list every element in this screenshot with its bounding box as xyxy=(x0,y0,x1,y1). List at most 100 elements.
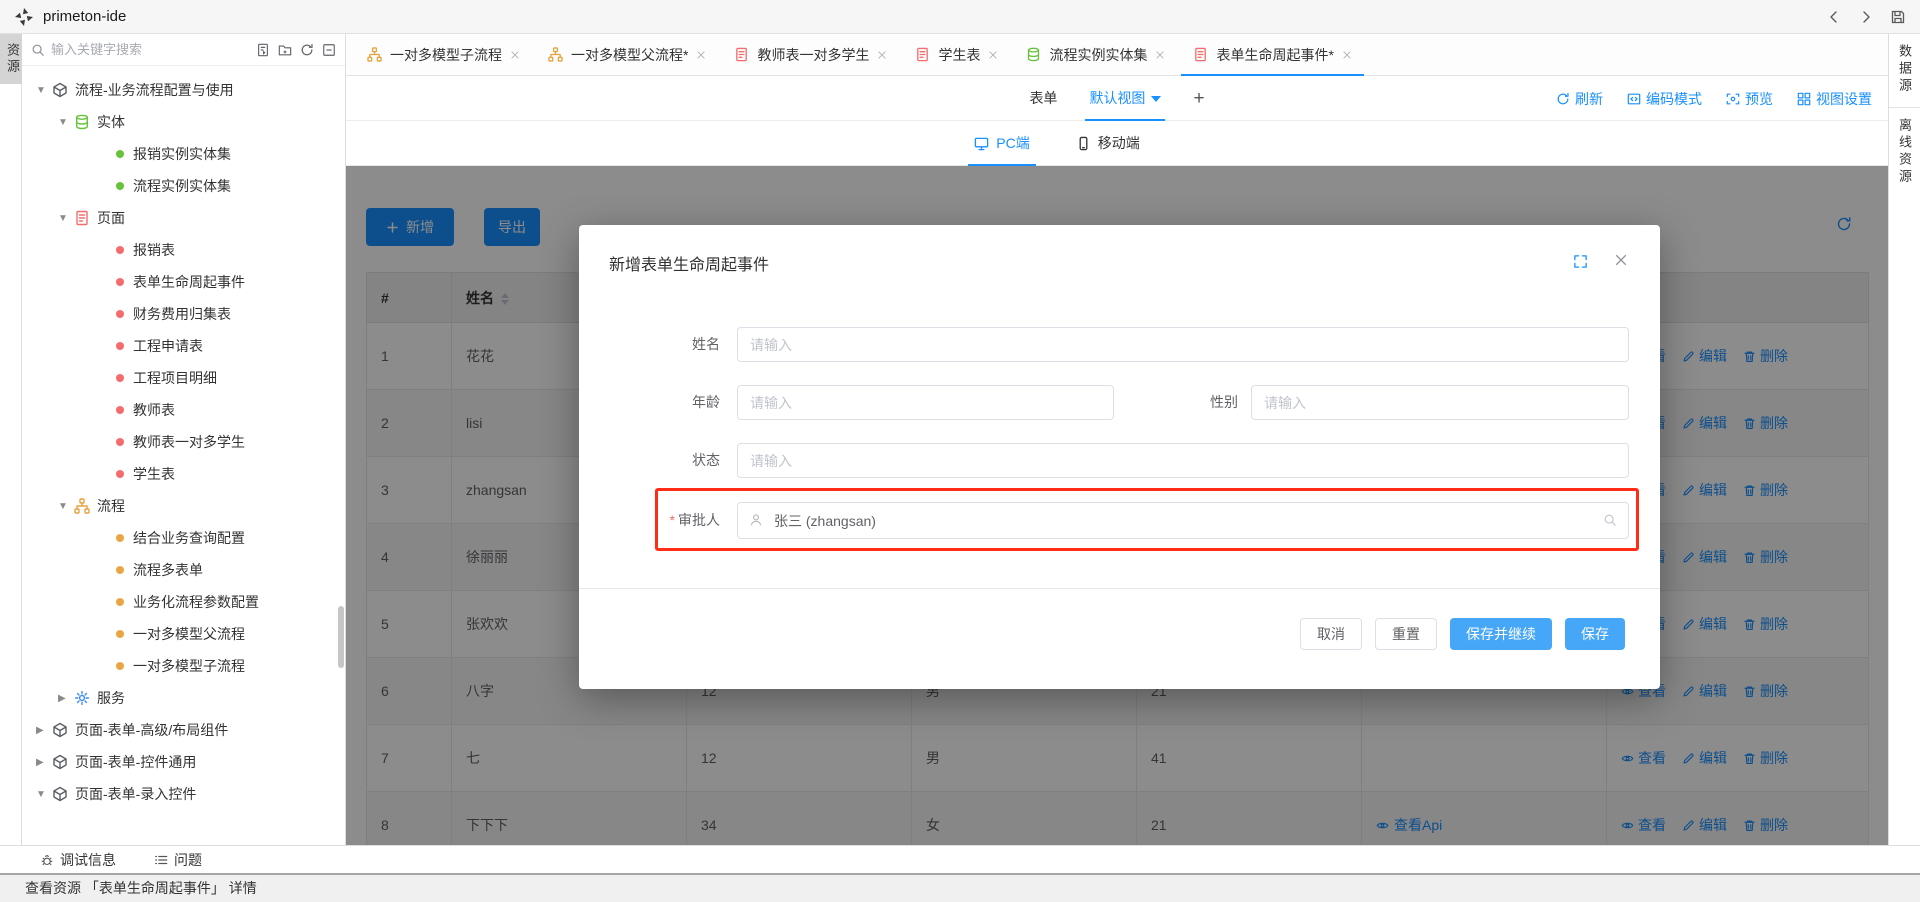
tree-item-label: 报销实例实体集 xyxy=(133,144,231,164)
tree-item[interactable]: ▼页面-表单-录入控件 xyxy=(22,778,345,810)
fullscreen-icon[interactable] xyxy=(1573,254,1588,269)
tree-item[interactable]: 教师表一对多学生 xyxy=(22,426,345,458)
tree-item[interactable]: 业务化流程参数配置 xyxy=(22,586,345,618)
tree-item-label: 学生表 xyxy=(133,464,175,484)
tab-4[interactable]: 学生表 xyxy=(901,34,1012,75)
tree-item-label: 流程-业务流程配置与使用 xyxy=(75,80,234,100)
status-dot xyxy=(116,342,124,350)
tree-item[interactable]: 流程实例实体集 xyxy=(22,170,345,202)
tab-3[interactable]: 教师表一对多学生 xyxy=(720,34,901,75)
viewmode-mobile[interactable]: 移动端 xyxy=(1076,121,1140,166)
caret-down-icon[interactable]: ▼ xyxy=(36,789,52,800)
caret-down-icon[interactable]: ▼ xyxy=(36,85,52,96)
cube-icon xyxy=(52,786,68,802)
approver-field[interactable] xyxy=(737,502,1629,539)
tree-item[interactable]: 教师表 xyxy=(22,394,345,426)
status-dot xyxy=(116,470,124,478)
tab-close-icon[interactable] xyxy=(1342,50,1352,60)
name-field[interactable] xyxy=(737,327,1629,362)
lookup-icon[interactable] xyxy=(1603,513,1617,527)
caret-right-icon[interactable]: ▶ xyxy=(58,693,74,704)
doc-icon xyxy=(74,210,90,226)
tree-item[interactable]: ▶页面-表单-控件通用 xyxy=(22,746,345,778)
tree-item[interactable]: 财务费用归集表 xyxy=(22,298,345,330)
activity-bar: 资源 xyxy=(0,34,22,845)
viewmode-bar: PC端 移动端 xyxy=(346,121,1888,166)
tab-2[interactable]: 一对多模型父流程* xyxy=(534,34,720,75)
tree-item[interactable]: ▶服务 xyxy=(22,682,345,714)
save-icon[interactable] xyxy=(1890,9,1906,25)
add-view-button[interactable]: + xyxy=(1193,76,1204,121)
save-continue-button[interactable]: 保存并继续 xyxy=(1450,618,1552,650)
search-input[interactable] xyxy=(51,42,250,57)
tree-item-label: 流程 xyxy=(97,496,125,516)
tree-item[interactable]: 报销实例实体集 xyxy=(22,138,345,170)
gender-field[interactable] xyxy=(1251,385,1629,420)
toolbar-tab-2[interactable]: 默认视图 xyxy=(1089,76,1161,121)
tree-item[interactable]: 工程申请表 xyxy=(22,330,345,362)
tree-item[interactable]: ▼页面 xyxy=(22,202,345,234)
toolbar-action-refresh[interactable]: 刷新 xyxy=(1556,89,1603,109)
right-tab-datasource[interactable]: 数据源 xyxy=(1895,44,1914,95)
caret-down-icon[interactable]: ▼ xyxy=(58,117,74,128)
nav-back-icon[interactable] xyxy=(1826,9,1842,25)
tree-item[interactable]: 一对多模型父流程 xyxy=(22,618,345,650)
tree-item[interactable]: 工程项目明细 xyxy=(22,362,345,394)
toolbar-action-code[interactable]: 编码模式 xyxy=(1627,89,1702,109)
status-field[interactable] xyxy=(737,443,1629,478)
locate-file-icon[interactable] xyxy=(256,43,270,57)
viewmode-desktop[interactable]: PC端 xyxy=(974,121,1029,166)
status-dot xyxy=(116,438,124,446)
nav-forward-icon[interactable] xyxy=(1858,9,1874,25)
tree-item[interactable]: 结合业务查询配置 xyxy=(22,522,345,554)
tree-item-label: 页面-表单-高级/布局组件 xyxy=(75,720,228,740)
resource-sidebar: ▼ 流程-业务流程配置与使用 ▼实体报销实例实体集流程实例实体集▼页面报销表表单生命… xyxy=(22,34,346,845)
tab-close-icon[interactable] xyxy=(696,50,706,60)
toolbar-tab-1[interactable]: 表单 xyxy=(1029,76,1057,121)
caret-right-icon[interactable]: ▶ xyxy=(36,725,52,736)
debug-info-tab[interactable]: 调试信息 xyxy=(40,850,116,870)
app-window: primeton-ide 资源 ▼流程-业务流程配置与使用 xyxy=(0,0,1920,902)
caret-down-icon[interactable]: ▼ xyxy=(58,213,74,224)
collapse-all-icon[interactable] xyxy=(322,43,336,57)
tab-6[interactable]: 表单生命周起事件* xyxy=(1179,34,1365,75)
tab-close-icon[interactable] xyxy=(1155,50,1165,60)
tree-item-label: 报销表 xyxy=(133,240,175,260)
activity-tab-resources[interactable]: 资源 xyxy=(0,34,22,84)
close-icon[interactable] xyxy=(1614,253,1628,267)
tree-item[interactable]: 报销表 xyxy=(22,234,345,266)
tree-item[interactable]: ▼ 流程-业务流程配置与使用 xyxy=(22,74,345,106)
tab-close-icon[interactable] xyxy=(877,50,887,60)
reset-button[interactable]: 重置 xyxy=(1375,618,1437,650)
right-tab-offline[interactable]: 离线资源 xyxy=(1895,118,1914,186)
save-button[interactable]: 保存 xyxy=(1565,618,1625,650)
refresh-tree-icon[interactable] xyxy=(300,43,314,57)
sidebar-scrollbar[interactable] xyxy=(338,606,344,668)
tab-5[interactable]: 流程实例实体集 xyxy=(1012,34,1179,75)
caret-right-icon[interactable]: ▶ xyxy=(36,757,52,768)
tab-1[interactable]: 一对多模型子流程 xyxy=(353,34,534,75)
tree-item[interactable]: ▼实体 xyxy=(22,106,345,138)
tree-item[interactable]: 学生表 xyxy=(22,458,345,490)
new-folder-icon[interactable] xyxy=(278,43,292,57)
tree-item[interactable]: ▼ 流程 xyxy=(22,490,345,522)
cancel-button[interactable]: 取消 xyxy=(1300,618,1362,650)
tree-item[interactable]: 表单生命周起事件 xyxy=(22,266,345,298)
gear-icon xyxy=(74,690,90,706)
age-field[interactable] xyxy=(737,385,1114,420)
cube-icon xyxy=(52,82,68,98)
tree-item[interactable]: 流程多表单 xyxy=(22,554,345,586)
caret-down-icon xyxy=(1151,96,1161,102)
caret-down-icon[interactable]: ▼ xyxy=(58,501,74,512)
tab-close-icon[interactable] xyxy=(988,50,998,60)
toolbar-action-grid[interactable]: 视图设置 xyxy=(1797,89,1872,109)
tree-item[interactable]: 一对多模型子流程 xyxy=(22,650,345,682)
doc-icon xyxy=(734,47,749,62)
status-text: 查看资源 「表单生命周起事件」 详情 xyxy=(25,880,257,896)
problems-tab[interactable]: 问题 xyxy=(154,850,202,870)
tab-close-icon[interactable] xyxy=(510,50,520,60)
code-icon xyxy=(1627,92,1641,106)
toolbar-action-preview[interactable]: 预览 xyxy=(1726,89,1773,109)
tree-item[interactable]: ▶ 页面-表单-高级/布局组件 xyxy=(22,714,345,746)
app-logo-icon xyxy=(14,7,34,27)
